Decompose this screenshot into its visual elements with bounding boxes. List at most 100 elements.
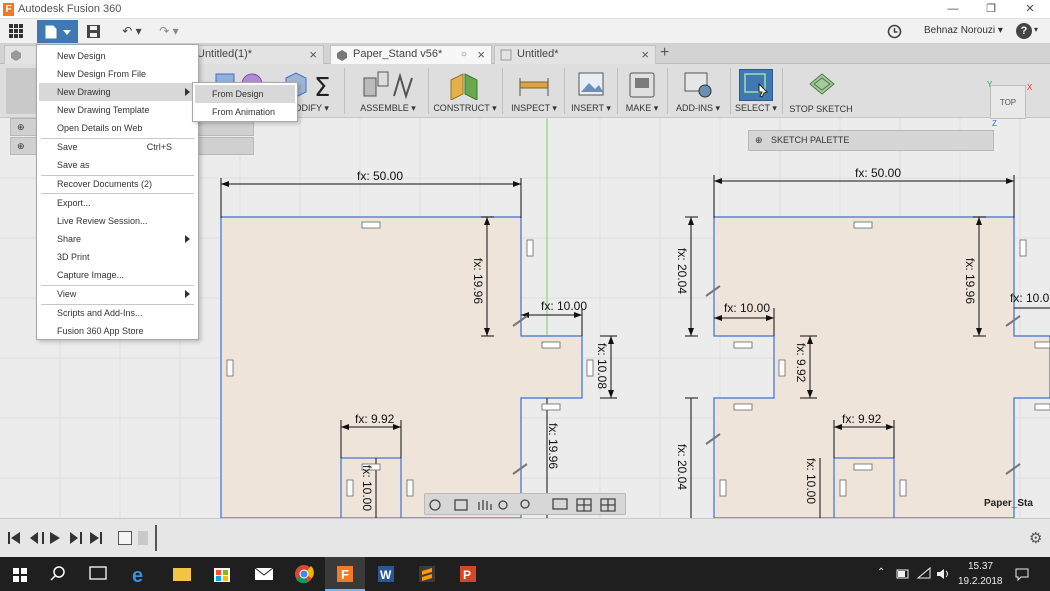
grid-settings-icon [576, 498, 592, 512]
menu-item-share[interactable]: Share [39, 230, 196, 248]
menu-item-3d-print[interactable]: 3D Print [39, 248, 196, 266]
close-icon[interactable]: ✕ [1019, 2, 1041, 17]
task-view-icon[interactable] [78, 557, 118, 591]
sketch-palette-panel[interactable]: ⊕ SKETCH PALETTE [748, 130, 994, 151]
stop-sketch-group[interactable]: STOP SKETCH [786, 67, 856, 117]
menu-item-recover[interactable]: Recover Documents (2) [39, 175, 196, 193]
make-group[interactable]: MAKE ▾ [620, 67, 664, 117]
step-back-icon [30, 532, 44, 544]
menu-item-app-store[interactable]: Fusion 360 App Store [39, 322, 196, 340]
make-3d-print-icon [629, 72, 655, 98]
menu-item-live-review[interactable]: Live Review Session... [39, 212, 196, 230]
file-explorer-icon[interactable] [162, 557, 202, 591]
close-tab-icon[interactable]: × [309, 46, 317, 63]
word-icon[interactable]: W [366, 557, 406, 591]
menu-item-new-design-from-file[interactable]: New Design From File [39, 65, 196, 83]
show-hidden-icons-chevron[interactable]: ⌃ [877, 567, 885, 578]
workspace-switcher[interactable] [6, 68, 36, 114]
menu-item-save[interactable]: Save Ctrl+S [39, 138, 196, 156]
action-center-icon[interactable] [1014, 566, 1030, 582]
menu-item-save-as[interactable]: Save as [39, 156, 196, 174]
submenu-item-from-design[interactable]: From Design [195, 85, 295, 103]
powerpoint-icon[interactable]: P [448, 557, 488, 591]
insert-group[interactable]: INSERT ▾ [568, 67, 614, 117]
timeline-marker[interactable] [155, 525, 157, 551]
addins-group[interactable]: ADD-INS ▾ [670, 67, 726, 117]
job-status-clock-icon[interactable] [887, 24, 902, 39]
dim-slot-left: fx: 9.92 [355, 412, 395, 426]
menu-item-open-details[interactable]: Open Details on Web [39, 119, 196, 137]
help-chevron-icon[interactable]: ▾ [1034, 25, 1038, 34]
chrome-icon[interactable] [284, 557, 324, 591]
close-tab-icon[interactable]: × [477, 46, 485, 63]
dim-notch-right-cut: fx: 10.0 [1010, 291, 1050, 305]
battery-icon[interactable] [896, 568, 910, 580]
dim-notch-left: fx: 10.00 [541, 299, 587, 313]
submenu-item-from-animation[interactable]: From Animation [195, 103, 295, 121]
stop-sketch-icon [809, 73, 835, 95]
store-icon[interactable] [202, 557, 242, 591]
edge-browser-icon[interactable]: e [120, 557, 160, 591]
menu-shortcut: Ctrl+S [146, 142, 172, 152]
tab-label: Paper_Stand v56* [353, 48, 443, 60]
assemble-label: ASSEMBLE ▾ [360, 103, 416, 113]
menu-item-label: Save [57, 142, 78, 152]
minimize-icon[interactable]: — [942, 2, 964, 17]
dim-height-right: fx: 19.96 [963, 258, 977, 304]
save-icon[interactable] [86, 24, 102, 39]
menu-item-scripts[interactable]: Scripts and Add-Ins... [39, 304, 196, 322]
svg-text:P: P [463, 568, 471, 582]
viewcube-top[interactable]: TOP [990, 85, 1026, 119]
assemble-group[interactable]: ASSEMBLE ▾ [352, 67, 424, 117]
menu-item-new-drawing-template[interactable]: New Drawing Template [39, 101, 196, 119]
timeline-feature-icon[interactable] [138, 531, 148, 545]
construct-group[interactable]: CONSTRUCT ▾ [432, 67, 498, 117]
wifi-icon[interactable] [916, 566, 932, 580]
help-icon[interactable]: ? [1016, 23, 1032, 39]
dim-side-bottom-right: fx: 20.04 [675, 444, 689, 490]
menu-item-export[interactable]: Export... [39, 194, 196, 212]
dim-slot-height-left: fx: 10.00 [360, 465, 374, 511]
maximize-icon[interactable]: ❐ [980, 2, 1002, 17]
dim-side-top-right: fx: 20.04 [675, 248, 689, 294]
dim-notch-height-right: fx: 9.92 [794, 343, 808, 383]
mail-icon[interactable] [244, 557, 284, 591]
timeline-settings-gear-icon[interactable]: ⚙ [1029, 529, 1042, 547]
sketch-feature-icon[interactable] [118, 531, 132, 545]
user-account-menu[interactable]: Behnaz Norouzi ▾ [924, 25, 1003, 36]
viewcube-z-axis: Z [992, 119, 997, 128]
sublime-text-icon[interactable] [407, 557, 447, 591]
new-tab-icon[interactable]: + [660, 44, 669, 62]
undo-icon[interactable]: ↶ ▾ [118, 22, 146, 41]
menu-item-label: New Drawing [57, 87, 111, 97]
close-tab-icon[interactable]: × [641, 46, 649, 63]
expand-plus-icon: ⊕ [17, 141, 25, 151]
user-name: Behnaz Norouzi [924, 25, 996, 36]
fusion360-taskbar-icon[interactable]: F [325, 557, 365, 591]
tab-paper-stand[interactable]: Paper_Stand v56* ○ × [330, 45, 492, 64]
toolbar-separator [502, 68, 503, 114]
display-settings-icon [552, 498, 568, 510]
addins-gear-icon [684, 72, 712, 98]
title-bar: F Autodesk Fusion 360 — ❐ ✕ [0, 0, 1050, 19]
select-group[interactable]: SELECT ▾ [734, 67, 778, 117]
expand-plus-icon: ⊕ [17, 122, 25, 132]
expand-plus-icon[interactable]: ⊕ [755, 131, 763, 150]
construct-label: CONSTRUCT ▾ [433, 103, 497, 113]
data-panel-grid-icon[interactable] [9, 24, 23, 38]
tab-untitled[interactable]: Untitled* × [494, 45, 656, 64]
menu-item-new-design[interactable]: New Design [39, 47, 196, 65]
menu-item-capture-image[interactable]: Capture Image... [39, 266, 196, 284]
dim-slot-right: fx: 9.92 [842, 412, 882, 426]
redo-icon[interactable]: ↷ ▾ [155, 22, 183, 41]
search-icon[interactable] [40, 557, 80, 591]
windows-start-icon[interactable] [0, 557, 40, 591]
new-drawing-submenu: From Design From Animation [192, 82, 298, 122]
pan-hand-icon [478, 500, 492, 510]
menu-item-new-drawing[interactable]: New Drawing [39, 83, 196, 101]
file-menu-button[interactable] [37, 20, 78, 43]
volume-icon[interactable] [935, 567, 951, 581]
menu-item-view[interactable]: View [39, 285, 196, 303]
tab-label: Untitled(1)* [197, 48, 253, 60]
inspect-group[interactable]: INSPECT ▾ [506, 67, 562, 117]
